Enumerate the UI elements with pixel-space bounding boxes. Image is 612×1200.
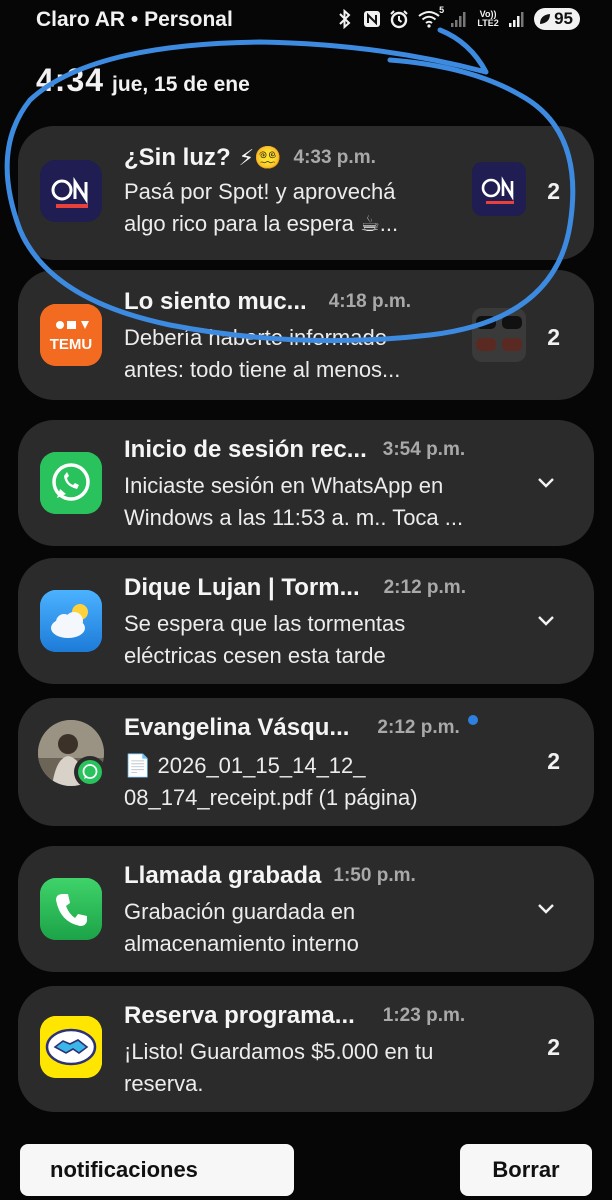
notification-title: Reserva programa... [124,1002,355,1029]
wifi-icon: 5 [416,5,444,29]
signal-icon [449,9,469,29]
alarm-icon [389,9,409,29]
notification-line-2: algo rico para la espera ☕... [124,211,399,236]
svg-text:TEMU: TEMU [50,336,93,353]
notification-line-1: Pasá por Spot! y aprovechá [124,179,396,204]
notification-line-1: 📄 2026_01_15_14_12_ [124,753,366,778]
lockscreen-clock-row: 4:34 jue, 15 de ene [36,62,250,99]
expand-chevron-icon[interactable] [536,898,556,918]
mercado-handshake-icon [40,1016,102,1078]
battery-icon: 95 [534,8,580,30]
wifi-badge: 5 [439,5,445,15]
network-type: Vo)) LTE2 [477,9,499,28]
notification-time: 4:18 p.m. [328,291,412,312]
notification-time: 4:33 p.m. [293,147,376,168]
signal-icon [507,9,527,29]
axion-on-logo-thumbnail [472,162,526,216]
notification-line-2: eléctricas cesen esta tarde [124,643,386,668]
status-icons: 5 Vo)) LTE2 95 [335,5,580,30]
notification-card[interactable]: Llamada grabada 1:50 p.m. Grabación guar… [18,846,594,972]
unread-dot-icon [467,715,478,725]
notification-title: Inicio de sesión rec... [124,436,367,463]
notification-line-1: Grabación guardada en [124,899,356,924]
sunglasses-thumbnail [472,308,526,362]
notification-time: 2:12 p.m. [377,717,460,738]
notification-line-1: Se espera que las tormentas [124,611,406,636]
notification-title-emoji: ⚡😵‍💫 [238,145,282,170]
whatsapp-badge-icon [74,756,106,788]
notification-count: 2 [547,1034,560,1060]
clock: 4:34 [36,62,105,98]
carrier-label: Claro AR • Personal [36,8,233,31]
date: jue, 15 de ene [112,73,250,96]
notification-count: 2 [547,324,560,350]
notification-line-2: Windows a las 11:53 a. m.. Toca ... [124,505,464,530]
notification-card[interactable]: Reserva programa... 1:23 p.m. ¡Listo! Gu… [18,986,594,1112]
notification-settings-button[interactable]: notificaciones [20,1144,294,1196]
notification-line-1: Debería haberte informado [124,325,387,350]
notification-line-2: reserva. [124,1071,204,1096]
notification-title: Evangelina Vásqu... [124,714,350,741]
notification-card[interactable]: TEMU Lo siento muc... 4:18 p.m. Debería … [18,270,594,400]
axion-on-logo-icon [40,160,102,222]
clear-all-button[interactable]: Borrar [460,1144,592,1196]
expand-chevron-icon[interactable] [536,472,556,492]
bluetooth-icon [335,9,355,29]
notification-time: 3:54 p.m. [382,439,466,460]
notification-line-2: antes: todo tiene al menos... [124,357,401,382]
notification-line-1: ¡Listo! Guardamos $5.000 en tu [124,1039,434,1064]
notification-count: 2 [547,178,560,204]
notification-card[interactable]: Evangelina Vásqu... 2:12 p.m. 📄 2026_01_… [18,698,594,826]
temu-logo-icon: TEMU [40,304,102,366]
notification-line-1: Iniciaste sesión en WhatsApp en [124,473,444,498]
battery-level: 95 [554,9,573,28]
notification-title: Lo siento muc... [124,288,307,315]
weather-icon [40,590,102,652]
notification-time: 1:50 p.m. [333,865,416,886]
expand-chevron-icon[interactable] [536,610,556,630]
clear-all-label: Borrar [492,1157,560,1182]
notification-card[interactable]: Inicio de sesión rec... 3:54 p.m. Inicia… [18,420,594,546]
notification-count: 2 [547,748,560,774]
notification-title: Llamada grabada [124,862,322,889]
notification-time: 1:23 p.m. [382,1005,466,1026]
notification-title: Dique Lujan | Torm... [124,574,360,601]
whatsapp-icon [40,452,102,514]
notification-title: ¿Sin luz? [124,144,231,171]
notification-line-2: almacenamiento interno [124,931,359,956]
notification-time: 2:12 p.m. [383,577,466,598]
notification-card[interactable]: Dique Lujan | Torm... 2:12 p.m. Se esper… [18,558,594,684]
notification-card[interactable]: ¿Sin luz? ⚡😵‍💫 4:33 p.m. Pasá por Spot! … [18,126,594,260]
notification-line-2: 08_174_receipt.pdf (1 página) [124,785,418,810]
phone-icon [40,878,102,940]
battery-saver-leaf-icon [540,14,551,24]
status-bar: Claro AR • Personal 5 Vo)) LTE2 95 [0,0,612,40]
nfc-icon [362,9,382,29]
notification-settings-label: notificaciones [50,1157,198,1182]
